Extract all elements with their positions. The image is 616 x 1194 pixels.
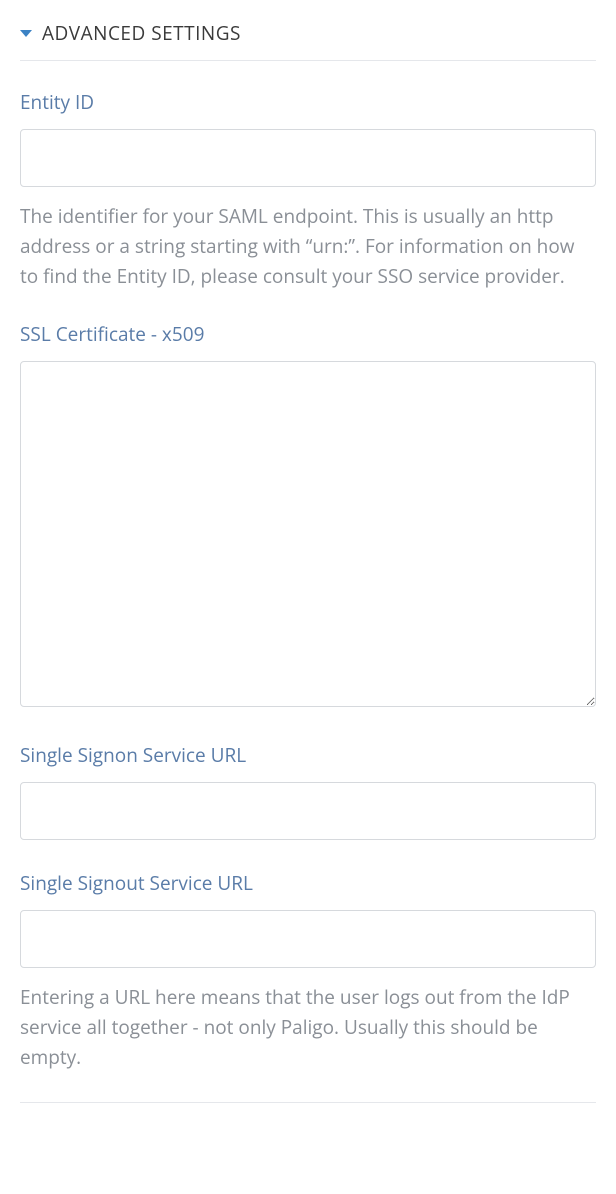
entity-id-help: The identifier for your SAML endpoint. T… <box>20 201 596 291</box>
entity-id-group: Entity ID The identifier for your SAML e… <box>20 89 596 291</box>
signout-url-help: Entering a URL here means that the user … <box>20 982 596 1072</box>
entity-id-input[interactable] <box>20 129 596 187</box>
advanced-settings-header[interactable]: ADVANCED SETTINGS <box>20 20 596 61</box>
section-title: ADVANCED SETTINGS <box>42 20 241 46</box>
signout-url-input[interactable] <box>20 910 596 968</box>
signon-url-group: Single Signon Service URL <box>20 742 596 840</box>
entity-id-label: Entity ID <box>20 89 596 115</box>
caret-down-icon <box>20 30 32 37</box>
signon-url-label: Single Signon Service URL <box>20 742 596 768</box>
signout-url-group: Single Signout Service URL Entering a UR… <box>20 870 596 1072</box>
ssl-cert-group: SSL Certificate - x509 <box>20 321 596 712</box>
signout-url-label: Single Signout Service URL <box>20 870 596 896</box>
ssl-cert-label: SSL Certificate - x509 <box>20 321 596 347</box>
bottom-divider <box>20 1102 596 1103</box>
signon-url-input[interactable] <box>20 782 596 840</box>
ssl-cert-textarea[interactable] <box>20 361 596 707</box>
